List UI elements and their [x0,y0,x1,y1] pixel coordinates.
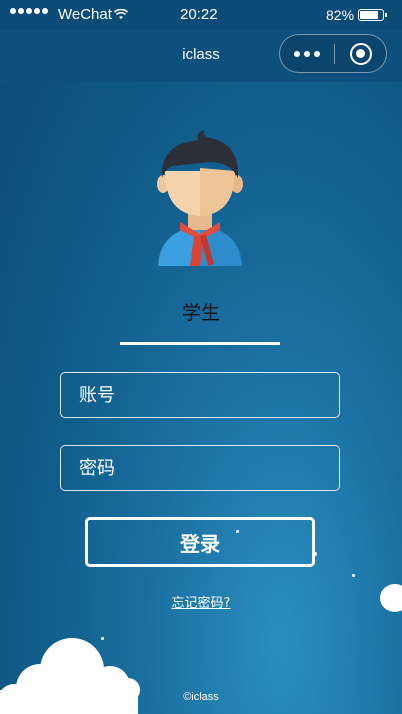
more-dots-icon[interactable] [294,51,320,57]
password-input[interactable] [60,445,340,491]
status-bar: WeChat 20:22 82% [0,0,402,30]
role-label[interactable]: 学生 [0,298,402,325]
target-close-icon[interactable] [350,43,372,65]
sparkle [313,552,317,556]
carrier-name: WeChat [58,6,112,23]
sparkle [101,637,104,640]
wifi-icon [114,9,128,19]
nav-bar: iclass [0,30,402,82]
battery-fill [360,11,379,19]
login-button[interactable]: 登录 [85,517,315,567]
forgot-password-link[interactable]: 忘记密码? [0,592,402,611]
account-input[interactable] [60,372,340,418]
battery-percent: 82% [326,7,355,23]
student-avatar-icon [157,130,243,266]
signal-dots-icon [10,8,48,14]
clock: 20:22 [180,6,218,23]
cloud-decoration-right [380,584,402,612]
sparkle [236,530,239,533]
copyright: ©iclass [183,691,219,703]
mini-program-capsule [279,34,387,73]
battery-icon [358,9,387,21]
sparkle [352,574,355,577]
capsule-divider [334,44,335,64]
role-underline [120,342,280,345]
